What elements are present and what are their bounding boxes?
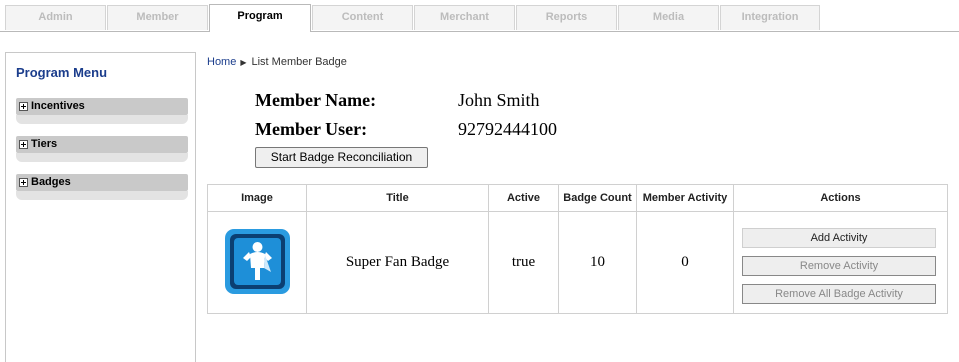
sidebar-title: Program Menu	[16, 65, 108, 80]
actions-cell: Add Activity Remove Activity Remove All …	[733, 211, 948, 314]
sidebar-item-badges[interactable]: Badges	[16, 174, 188, 200]
tab-merchant[interactable]: Merchant	[414, 5, 515, 30]
member-activity-cell: 0	[636, 211, 734, 314]
breadcrumb-current: List Member Badge	[251, 56, 347, 68]
sidebar-item-footer	[16, 115, 188, 124]
badge-count-cell: 10	[558, 211, 637, 314]
tab-integration[interactable]: Integration	[720, 5, 820, 30]
program-menu-sidebar: Program Menu Incentives Tiers Badges	[5, 52, 196, 362]
sidebar-item-label: Incentives	[31, 100, 85, 112]
member-badge-table: Image Title Active Badge Count Member Ac…	[207, 184, 948, 314]
tab-reports[interactable]: Reports	[516, 5, 617, 30]
add-activity-button[interactable]: Add Activity	[742, 228, 936, 248]
sidebar-item-footer	[16, 191, 188, 200]
sidebar-item-incentives[interactable]: Incentives	[16, 98, 188, 124]
badge-active-cell: true	[488, 211, 559, 314]
column-header-member-activity: Member Activity	[636, 184, 734, 212]
tab-content[interactable]: Content	[312, 5, 413, 30]
column-header-title: Title	[306, 184, 489, 212]
member-user-label: Member User:	[255, 119, 368, 139]
sidebar-item-label: Tiers	[31, 138, 58, 150]
tab-admin[interactable]: Admin	[5, 5, 106, 30]
sidebar-item-footer	[16, 153, 188, 162]
expand-plus-icon[interactable]	[19, 178, 28, 187]
start-badge-reconciliation-button[interactable]: Start Badge Reconciliation	[255, 147, 428, 168]
sidebar-item-tiers[interactable]: Tiers	[16, 136, 188, 162]
badge-title-cell: Super Fan Badge	[306, 211, 489, 314]
super-fan-badge-icon	[224, 229, 290, 294]
expand-plus-icon[interactable]	[19, 102, 28, 111]
tab-program[interactable]: Program	[209, 4, 311, 32]
tab-member[interactable]: Member	[107, 5, 208, 30]
member-user-value: 92792444100	[458, 119, 557, 139]
sidebar-item-label: Badges	[31, 176, 71, 188]
table-header-row: Image Title Active Badge Count Member Ac…	[207, 184, 948, 212]
column-header-badge-count: Badge Count	[558, 184, 637, 212]
remove-all-badge-activity-button[interactable]: Remove All Badge Activity	[742, 284, 936, 304]
top-navigation-tabs: Admin Member Program Content Merchant Re…	[0, 0, 959, 32]
expand-plus-icon[interactable]	[19, 140, 28, 149]
member-name-value: John Smith	[458, 90, 540, 110]
column-header-actions: Actions	[733, 184, 948, 212]
sidebar-item-bar: Badges	[16, 174, 188, 191]
table-row: Super Fan Badge true 10 0 Add Activity R…	[207, 211, 948, 314]
badge-image-cell	[207, 211, 307, 314]
sidebar-item-bar: Incentives	[16, 98, 188, 115]
column-header-active: Active	[488, 184, 559, 212]
member-name-label: Member Name:	[255, 90, 377, 110]
breadcrumb: Home ▶ List Member Badge	[207, 56, 347, 68]
column-header-image: Image	[207, 184, 307, 212]
breadcrumb-home-link[interactable]: Home	[207, 56, 236, 68]
remove-activity-button[interactable]: Remove Activity	[742, 256, 936, 276]
tab-media[interactable]: Media	[618, 5, 719, 30]
sidebar-item-bar: Tiers	[16, 136, 188, 153]
breadcrumb-arrow-icon: ▶	[240, 58, 247, 67]
